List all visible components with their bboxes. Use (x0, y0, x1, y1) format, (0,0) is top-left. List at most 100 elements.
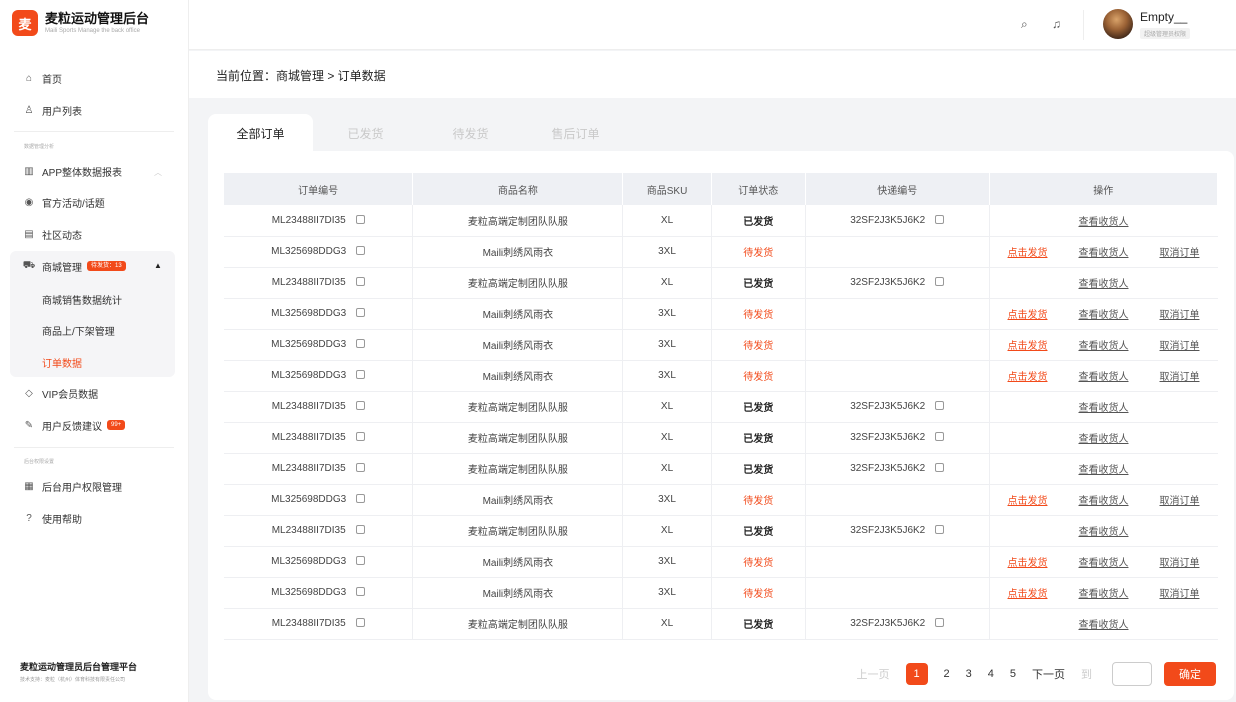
view-receiver-link[interactable]: 查看收货人 (1066, 368, 1142, 383)
actions-cell: 查看收货人 (989, 422, 1218, 454)
tab-all-orders[interactable]: 全部订单 (208, 114, 313, 152)
copy-icon[interactable] (355, 214, 365, 224)
page-button-5[interactable]: 5 (1010, 668, 1016, 680)
home-icon: ⌂ (25, 72, 33, 84)
sidebar-item-app-report[interactable]: ▥ APP整体数据报表 (22, 161, 122, 181)
copy-icon[interactable] (355, 432, 365, 441)
cancel-order-link[interactable]: 取消订单 (1142, 368, 1218, 383)
copy-icon[interactable] (356, 494, 366, 503)
view-receiver-link[interactable]: 查看收货人 (1066, 554, 1142, 569)
view-receiver-link[interactable]: 查看收货人 (1066, 461, 1142, 476)
copy-icon[interactable] (355, 525, 365, 534)
copy-icon[interactable] (356, 308, 366, 317)
status-cell: 待发货 (711, 329, 806, 361)
status-cell: 待发货 (711, 577, 806, 609)
cancel-order-link[interactable]: 取消订单 (1142, 492, 1218, 507)
copy-icon[interactable] (356, 556, 366, 565)
sidebar-subitem-orders[interactable]: 订单数据 (42, 355, 82, 370)
bell-icon[interactable]: ♫ (1052, 17, 1061, 31)
view-receiver-link[interactable]: 查看收货人 (1066, 306, 1142, 321)
copy-icon[interactable] (935, 432, 945, 441)
view-receiver-link[interactable]: 查看收货人 (1066, 585, 1142, 600)
chevron-up-icon[interactable]: ︿ (154, 167, 162, 178)
order-tabs: 全部订单 已发货 待发货 售后订单 (208, 114, 628, 152)
ship-link[interactable]: 点击发货 (990, 585, 1066, 600)
product-name-cell: Maili刺绣风雨衣 (412, 577, 624, 609)
chevron-up-icon[interactable]: ▲ (154, 261, 162, 270)
view-receiver-link[interactable]: 查看收货人 (1066, 244, 1142, 259)
product-name-cell: Maili刺绣风雨衣 (412, 329, 624, 361)
sidebar-item-home[interactable]: ⌂ 首页 (22, 68, 62, 88)
copy-icon[interactable] (356, 587, 366, 596)
search-icon[interactable]: ⌕ (1021, 17, 1028, 32)
status-cell: 待发货 (711, 298, 806, 330)
sidebar-subitem-product-shelf[interactable]: 商品上/下架管理 (42, 323, 115, 338)
sidebar-item-activity[interactable]: ◉ 官方活动/话题 (22, 192, 105, 212)
order-id-cell: ML23488II7DI35 (224, 422, 414, 454)
page-button-1[interactable]: 1 (905, 663, 928, 685)
status-cell: 已发货 (711, 267, 806, 299)
sidebar-item-feedback[interactable]: ✎ 用户反馈建议 99+ (22, 415, 126, 435)
copy-icon[interactable] (356, 246, 366, 255)
sidebar-item-community[interactable]: ▤ 社区动态 (22, 224, 82, 244)
avatar[interactable] (1103, 9, 1133, 39)
brand-title: 麦粒运动管理后台 (45, 10, 150, 26)
copy-icon[interactable] (935, 277, 945, 286)
page-jump-input[interactable] (1112, 662, 1152, 686)
copy-icon[interactable] (935, 525, 945, 534)
tab-pending[interactable]: 待发货 (418, 114, 523, 152)
sidebar-item-mall[interactable]: ⛟ 商城管理 待发货：13 (22, 256, 126, 276)
confirm-button[interactable]: 确定 (1164, 662, 1216, 686)
table-row: ML23488II7DI35 麦粒高端定制团队队服 XL 已发货 32SF2J3K5J6… (224, 422, 1218, 454)
sidebar-item-users[interactable]: ♙ 用户列表 (22, 100, 82, 120)
user-name[interactable]: Empty__ (1140, 10, 1187, 24)
view-receiver-link[interactable]: 查看收货人 (1066, 523, 1142, 538)
table-row: ML23488II7DI35 麦粒高端定制团队队服 XL 已发货 32SF2J3K5J6… (224, 515, 1218, 547)
page-button-3[interactable]: 3 (966, 668, 972, 680)
sidebar-item-help[interactable]: ? 使用帮助 (22, 508, 82, 528)
sidebar-item-vip[interactable]: ◇ VIP会员数据 (22, 383, 98, 403)
view-receiver-link[interactable]: 查看收货人 (1066, 337, 1142, 352)
next-page-button[interactable]: 下一页 (1032, 666, 1065, 682)
view-receiver-link[interactable]: 查看收货人 (1066, 213, 1142, 228)
cancel-order-link[interactable]: 取消订单 (1142, 337, 1218, 352)
view-receiver-link[interactable]: 查看收货人 (1066, 275, 1142, 290)
prev-page-button[interactable]: 上一页 (857, 666, 890, 682)
view-receiver-link[interactable]: 查看收货人 (1066, 399, 1142, 414)
sku-cell: XL (622, 608, 712, 640)
actions-cell: 查看收货人 (989, 608, 1218, 640)
sidebar-item-admin-perms[interactable]: ▦ 后台用户权限管理 (22, 476, 122, 496)
ship-link[interactable]: 点击发货 (990, 337, 1066, 352)
ship-link[interactable]: 点击发货 (990, 554, 1066, 569)
copy-icon[interactable] (356, 370, 366, 379)
cancel-order-link[interactable]: 取消订单 (1142, 244, 1218, 259)
copy-icon[interactable] (355, 618, 365, 627)
copy-icon[interactable] (935, 463, 945, 472)
footer-title: 麦粒运动管理员后台管理平台 (20, 662, 138, 672)
view-receiver-link[interactable]: 查看收货人 (1066, 616, 1142, 631)
page-button-2[interactable]: 2 (944, 668, 950, 680)
sidebar-subitem-sales-stats[interactable]: 商城销售数据统计 (42, 292, 122, 307)
cancel-order-link[interactable]: 取消订单 (1142, 306, 1218, 321)
copy-icon[interactable] (935, 214, 945, 224)
ship-link[interactable]: 点击发货 (990, 306, 1066, 321)
tab-after-sales[interactable]: 售后订单 (523, 114, 628, 152)
cancel-order-link[interactable]: 取消订单 (1142, 554, 1218, 569)
nav-group-permissions: 后台权限设置 (24, 459, 55, 465)
copy-icon[interactable] (355, 463, 365, 472)
copy-icon[interactable] (355, 277, 365, 286)
product-name-cell: 麦粒高端定制团队队服 (412, 515, 624, 547)
ship-link[interactable]: 点击发货 (990, 244, 1066, 259)
cancel-order-link[interactable]: 取消订单 (1142, 585, 1218, 600)
view-receiver-link[interactable]: 查看收货人 (1066, 430, 1142, 445)
page-button-4[interactable]: 4 (988, 668, 994, 680)
view-receiver-link[interactable]: 查看收货人 (1066, 492, 1142, 507)
copy-icon[interactable] (355, 401, 365, 410)
copy-icon[interactable] (935, 401, 945, 410)
ship-link[interactable]: 点击发货 (990, 492, 1066, 507)
copy-icon[interactable] (356, 339, 366, 348)
copy-icon[interactable] (935, 618, 945, 627)
tab-shipped[interactable]: 已发货 (313, 114, 418, 152)
sku-cell: XL (622, 453, 712, 485)
ship-link[interactable]: 点击发货 (990, 368, 1066, 383)
